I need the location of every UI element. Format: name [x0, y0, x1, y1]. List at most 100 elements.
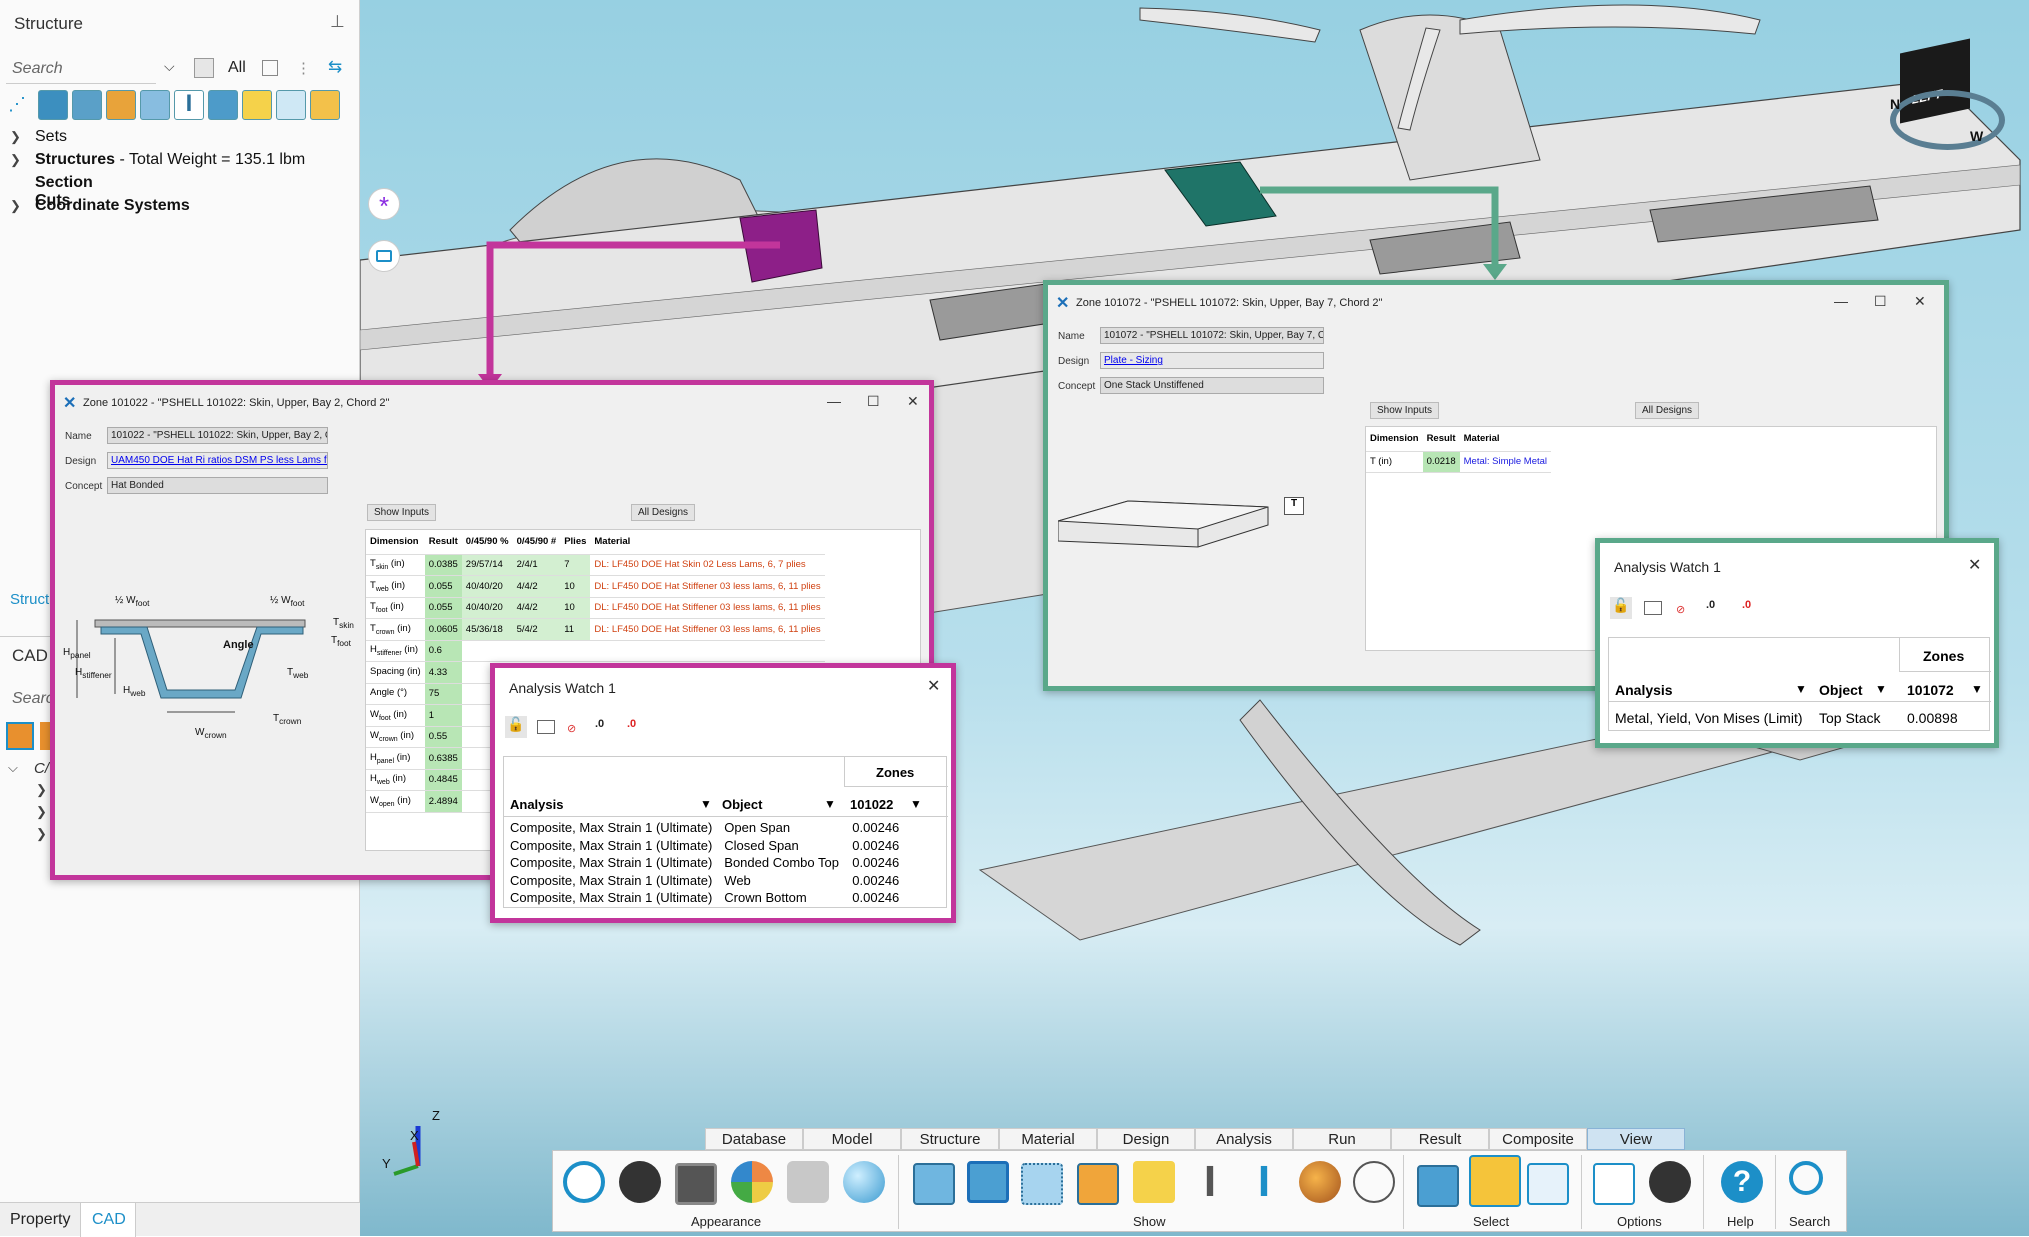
lock-icon[interactable]: 🔓 — [1610, 597, 1632, 619]
increase-decimal-icon[interactable]: .0 — [1706, 599, 1715, 611]
hierarchy-icon[interactable]: ⋮ — [296, 59, 311, 77]
row-value[interactable]: 0.00246 — [846, 819, 905, 837]
window-icon[interactable] — [537, 720, 555, 734]
result-cell[interactable]: 0.055 — [424, 575, 462, 598]
tab-material[interactable]: Material — [999, 1128, 1097, 1150]
show-inputs-button[interactable]: Show Inputs — [1370, 402, 1440, 419]
result-cell[interactable]: 75 — [424, 683, 462, 705]
name-field[interactable]: 101022 - "PSHELL 101022: Skin, Upper, Ba… — [107, 427, 328, 444]
minimize-icon[interactable]: — — [1834, 293, 1848, 309]
material-cell[interactable]: DL: LF450 DOE Hat Stiffener 03 less lams… — [590, 597, 825, 619]
decrease-decimal-icon[interactable]: .0 — [1742, 599, 1751, 611]
tab-cad-label[interactable]: CAD — [92, 1211, 126, 1229]
checker-icon[interactable] — [1133, 1161, 1175, 1203]
search-icon[interactable] — [1789, 1161, 1823, 1195]
all-designs-button[interactable]: All Designs — [631, 504, 696, 521]
tab-design[interactable]: Design — [1097, 1128, 1195, 1150]
window-icon[interactable] — [1644, 601, 1662, 615]
chevron-right-icon[interactable]: ❯ — [10, 129, 21, 144]
col-object[interactable]: Object — [722, 797, 762, 812]
table-row[interactable]: Tfoot (in) 0.055 40/40/20 4/4/2 10 DL: LF450 … — [366, 597, 825, 619]
close-icon[interactable]: ✕ — [1968, 555, 1981, 575]
result-cell[interactable]: 2.4894 — [424, 790, 462, 813]
tab-property[interactable]: Property — [10, 1211, 70, 1229]
select-plane-icon[interactable] — [1417, 1165, 1459, 1207]
row-value[interactable]: 0.00246 — [846, 872, 905, 890]
result-cell[interactable]: 0.6385 — [424, 747, 462, 770]
row-object[interactable]: Crown Bottom — [718, 889, 846, 907]
col-analysis[interactable]: Analysis — [510, 797, 563, 812]
plate-icon[interactable] — [140, 90, 170, 120]
result-cell[interactable]: 0.055 — [424, 597, 462, 619]
lock-icon[interactable]: 🔓 — [505, 716, 527, 738]
filter-all-label[interactable]: All — [228, 59, 246, 77]
filter-icon[interactable]: ▼ — [1795, 682, 1807, 696]
remove-icon[interactable]: ⊘ — [567, 722, 576, 735]
chevron-right-icon[interactable]: ❯ — [36, 804, 47, 820]
cad-search-input[interactable]: Searc — [12, 690, 54, 708]
cursor-window-icon[interactable] — [1593, 1163, 1635, 1205]
all-designs-button[interactable]: All Designs — [1635, 402, 1700, 419]
table-row[interactable]: Composite, Max Strain 1 (Ultimate) Bonded… — [504, 854, 905, 872]
tree-item-sets[interactable]: ❯ Sets — [10, 128, 67, 151]
cad-part2-icon[interactable] — [40, 722, 50, 750]
design-link[interactable]: UAM450 DOE Hat Ri ratios DSM PS less Lam… — [107, 452, 328, 469]
tab-database[interactable]: Database — [705, 1128, 803, 1150]
result-cell[interactable]: 0.55 — [424, 726, 462, 748]
tab-model[interactable]: Model — [803, 1128, 901, 1150]
points-icon[interactable] — [1021, 1163, 1063, 1205]
shell-icon[interactable] — [72, 90, 102, 120]
material-cell[interactable] — [590, 640, 825, 662]
help-icon[interactable]: ? — [1721, 1161, 1763, 1203]
table-row[interactable]: Tweb (in) 0.055 40/40/20 4/4/2 10 DL: LF450 D… — [366, 575, 825, 598]
result-cell[interactable]: 0.0385 — [424, 554, 462, 576]
select-frame-icon[interactable] — [1527, 1163, 1569, 1205]
planet-icon[interactable] — [1299, 1161, 1341, 1203]
close-icon[interactable]: ✕ — [927, 676, 940, 696]
compass-ring[interactable] — [1890, 90, 2005, 150]
chevron-down-icon[interactable]: ⌵ — [8, 760, 18, 776]
concept-field[interactable]: Hat Bonded — [107, 477, 328, 494]
decrease-decimal-icon[interactable]: .0 — [627, 718, 636, 730]
refresh-icon[interactable] — [563, 1161, 605, 1203]
result-cell[interactable]: 0.6 — [424, 640, 462, 662]
tree-item-structures[interactable]: ❯ Structures - Total Weight = 135.1 lbm — [10, 151, 305, 174]
table-row[interactable]: Composite, Max Strain 1 (Ultimate) Web 0.0… — [504, 872, 905, 890]
table-row[interactable]: Composite, Max Strain 1 (Ultimate) Open S… — [504, 819, 905, 837]
row-value[interactable]: 0.00246 — [846, 854, 905, 872]
astronaut-icon[interactable] — [1353, 1161, 1395, 1203]
design-link[interactable]: Plate - Sizing — [1100, 352, 1324, 369]
gear-gold-icon[interactable] — [310, 90, 340, 120]
asterisk-icon[interactable]: * — [368, 188, 400, 221]
layers-icon[interactable] — [242, 90, 272, 120]
table-row[interactable]: Composite, Max Strain 1 (Ultimate) Closed… — [504, 837, 905, 855]
material-cell[interactable]: DL: LF450 DOE Hat Skin 02 Less Lams, 6, … — [590, 554, 825, 576]
row-object[interactable]: Web — [718, 872, 846, 890]
filter-icon[interactable]: ▼ — [1971, 682, 1983, 696]
table-row[interactable]: Tskin (in) 0.0385 29/57/14 2/4/1 7 DL: LF450 … — [366, 554, 825, 576]
tree-item-section-cuts[interactable]: Section Cuts — [10, 174, 93, 209]
row-analysis[interactable]: Composite, Max Strain 1 (Ultimate) — [504, 854, 718, 872]
tab-view[interactable]: View — [1587, 1128, 1685, 1150]
row-value[interactable]: 0.00898 — [1907, 710, 1958, 726]
table-row[interactable]: Hstiffener (in) 0.6 — [366, 640, 825, 662]
table-row[interactable]: T (in) 0.0218 Metal: Simple Metal — [1366, 451, 1552, 473]
row-analysis[interactable]: Composite, Max Strain 1 (Ultimate) — [504, 837, 718, 855]
tab-run[interactable]: Run — [1293, 1128, 1391, 1150]
maximize-icon[interactable]: ☐ — [867, 393, 880, 410]
beam-icon[interactable] — [106, 90, 136, 120]
row-object[interactable]: Open Span — [718, 819, 846, 837]
ibeam-icon[interactable]: I — [1189, 1160, 1231, 1204]
row-analysis[interactable]: Composite, Max Strain 1 (Ultimate) — [504, 819, 718, 837]
col-zone-101072[interactable]: 101072 — [1907, 682, 1954, 698]
col-object[interactable]: Object — [1819, 682, 1863, 698]
color-wheel-icon[interactable] — [731, 1161, 773, 1203]
box-icon[interactable] — [208, 90, 238, 120]
tab-analysis[interactable]: Analysis — [1195, 1128, 1293, 1150]
increase-decimal-icon[interactable]: .0 — [595, 718, 604, 730]
face-icon[interactable] — [913, 1163, 955, 1205]
row-analysis[interactable]: Composite, Max Strain 1 (Ultimate) — [504, 872, 718, 890]
result-cell[interactable]: 4.33 — [424, 661, 462, 684]
row-object[interactable]: Top Stack — [1819, 710, 1880, 726]
result-cell[interactable]: 0.0605 — [424, 618, 462, 641]
